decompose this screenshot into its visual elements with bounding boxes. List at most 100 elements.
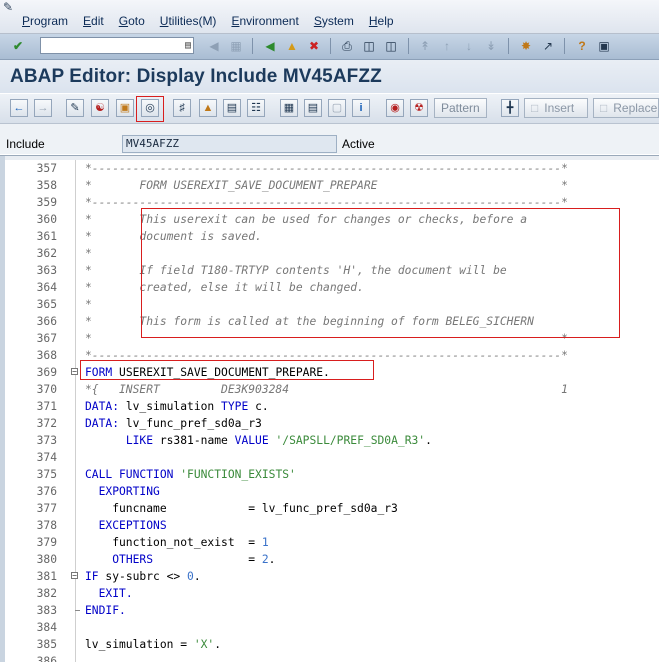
code-line[interactable]: 380 OTHERS = 2. xyxy=(0,551,659,568)
activate-icon[interactable]: ▲ xyxy=(199,99,217,117)
code-line[interactable]: 383 ENDIF. xyxy=(0,602,659,619)
code-line[interactable]: 357 *------------------------------------… xyxy=(0,160,659,177)
code-line[interactable]: 378 EXCEPTIONS xyxy=(0,517,659,534)
code-token: 2 xyxy=(261,553,269,566)
code-line[interactable]: 384 xyxy=(0,619,659,636)
code-text: DATA: lv_simulation TYPE c. xyxy=(85,398,269,415)
code-text: function_not_exist = 1 xyxy=(85,534,268,551)
line-number: 362 xyxy=(36,247,57,260)
code-line[interactable]: 385 lv_simulation = 'X'. xyxy=(0,636,659,653)
breakpoint-icon[interactable]: ◉ xyxy=(386,99,404,117)
toolbar-separator xyxy=(252,38,253,54)
fold-toggle-icon[interactable]: − xyxy=(71,572,78,580)
line-number: 368 xyxy=(36,349,57,362)
stop-icon[interactable]: ▢ xyxy=(328,99,346,117)
find-icon[interactable]: ◫ xyxy=(361,38,377,54)
code-token: = xyxy=(153,553,262,566)
code-line[interactable]: 370 *{ INSERT DE3K903284 1 xyxy=(0,381,659,398)
menu-help[interactable]: Help xyxy=(369,14,394,28)
replace-button-label: Replace xyxy=(613,101,658,115)
code-token: ENDIF. xyxy=(85,604,126,617)
find-next-icon[interactable]: ◫ xyxy=(383,38,399,54)
back-green-icon[interactable]: ◀ xyxy=(262,38,278,54)
code-line[interactable]: 373 LIKE rs381-name VALUE '/SAPSLL/PREF_… xyxy=(0,432,659,449)
line-number: 374 xyxy=(36,451,57,464)
navigation-window-icon[interactable]: ▦ xyxy=(280,99,298,117)
code-line[interactable]: 379 function_not_exist = 1 xyxy=(0,534,659,551)
highlight-where-used xyxy=(136,96,164,122)
line-number: 357 xyxy=(36,162,57,175)
object-list-icon[interactable]: ☷ xyxy=(247,99,265,117)
line-number: 372 xyxy=(36,417,57,430)
code-line[interactable]: 374 xyxy=(0,449,659,466)
code-token: LIKE xyxy=(125,434,154,447)
save-icon[interactable]: ▦ xyxy=(228,38,244,54)
line-number: 385 xyxy=(36,638,57,651)
enhance-icon[interactable]: ▤ xyxy=(304,99,322,117)
menu-environment[interactable]: Environment xyxy=(231,14,298,28)
cancel-icon[interactable]: ✖ xyxy=(306,38,322,54)
line-number: 378 xyxy=(36,519,57,532)
code-token: EXIT. xyxy=(98,587,133,600)
test-icon[interactable]: ▤ xyxy=(223,99,241,117)
forward-arrow-icon[interactable]: → xyxy=(34,99,52,117)
menu-system[interactable]: System xyxy=(314,14,354,28)
code-line[interactable]: 381 − IF sy-subrc <> 0. xyxy=(0,568,659,585)
display-change-icon[interactable]: ✎ xyxy=(66,99,84,117)
application-toolbar: ← → ✎ ☯ ▣ ◎ ♯ ▲ ▤ ☷ ▦ ▤ ▢ i ◉ ☢ Pattern … xyxy=(0,94,659,124)
command-field[interactable]: ▤ xyxy=(40,37,194,54)
delete-breakpoint-icon[interactable]: ☢ xyxy=(410,99,428,117)
code-token: . xyxy=(425,434,432,447)
code-line[interactable]: 376 EXPORTING xyxy=(0,483,659,500)
line-number: 377 xyxy=(36,502,57,515)
code-editor[interactable]: 357 *------------------------------------… xyxy=(0,155,659,662)
code-token: function_not_exist = xyxy=(85,536,262,549)
fold-toggle-icon[interactable]: − xyxy=(71,368,78,376)
include-label: Include xyxy=(6,137,45,151)
menu-program[interactable]: Program xyxy=(22,14,68,28)
enter-icon[interactable]: ✔ xyxy=(10,38,26,54)
menu-goto[interactable]: Goto xyxy=(119,14,145,28)
line-number: 365 xyxy=(36,298,57,311)
code-text: *{ INSERT DE3K903284 1 xyxy=(85,381,568,398)
shortcut-icon[interactable]: ↗ xyxy=(540,38,556,54)
new-session-icon[interactable]: ✸ xyxy=(518,38,534,54)
insert-button-label: Insert xyxy=(544,101,575,115)
insert-icon[interactable]: ╋ xyxy=(501,99,519,117)
code-token: . xyxy=(193,570,201,583)
code-line[interactable]: 372 DATA: lv_func_pref_sd0a_r3 xyxy=(0,415,659,432)
code-line[interactable]: 382 EXIT. xyxy=(0,585,659,602)
system-menu-icon[interactable]: ✎ xyxy=(3,1,17,13)
menu-utilities[interactable]: Utilities(M) xyxy=(160,14,217,28)
code-token: * xyxy=(85,247,92,260)
toolbar-separator xyxy=(330,38,331,54)
check-icon[interactable]: ♯ xyxy=(173,99,191,117)
first-page-icon[interactable]: ↟ xyxy=(417,38,433,54)
menu-edit[interactable]: Edit xyxy=(83,14,104,28)
command-history-icon[interactable]: ▤ xyxy=(185,38,191,53)
help-icon[interactable]: ? xyxy=(574,38,590,54)
info-icon[interactable]: i xyxy=(352,99,370,117)
code-text: DATA: lv_func_pref_sd0a_r3 xyxy=(85,415,262,432)
replace-button[interactable]: □ Replace xyxy=(593,98,659,118)
exit-icon[interactable]: ▲ xyxy=(284,38,300,54)
next-page-icon[interactable]: ↓ xyxy=(461,38,477,54)
insert-button[interactable]: □ Insert xyxy=(524,98,588,118)
other-object-icon[interactable]: ▣ xyxy=(116,99,134,117)
back-icon[interactable]: ◀ xyxy=(206,38,222,54)
include-field[interactable]: MV45AFZZ xyxy=(122,135,337,153)
code-line[interactable]: 358 * FORM USEREXIT_SAVE_DOCUMENT_PREPARE… xyxy=(0,177,659,194)
customize-layout-icon[interactable]: ▣ xyxy=(596,38,612,54)
code-line[interactable]: 375 CALL FUNCTION 'FUNCTION_EXISTS' xyxy=(0,466,659,483)
line-number: 360 xyxy=(36,213,57,226)
code-line[interactable]: 371 DATA: lv_simulation TYPE c. xyxy=(0,398,659,415)
last-page-icon[interactable]: ↡ xyxy=(483,38,499,54)
prev-page-icon[interactable]: ↑ xyxy=(439,38,455,54)
active-inactive-icon[interactable]: ☯ xyxy=(91,99,109,117)
pattern-button[interactable]: Pattern xyxy=(434,98,487,118)
code-line[interactable]: 377 funcname = lv_func_pref_sd0a_r3 xyxy=(0,500,659,517)
toolbar-separator xyxy=(508,38,509,54)
back-arrow-icon[interactable]: ← xyxy=(10,99,28,117)
print-icon[interactable]: ⎙ xyxy=(339,38,355,54)
